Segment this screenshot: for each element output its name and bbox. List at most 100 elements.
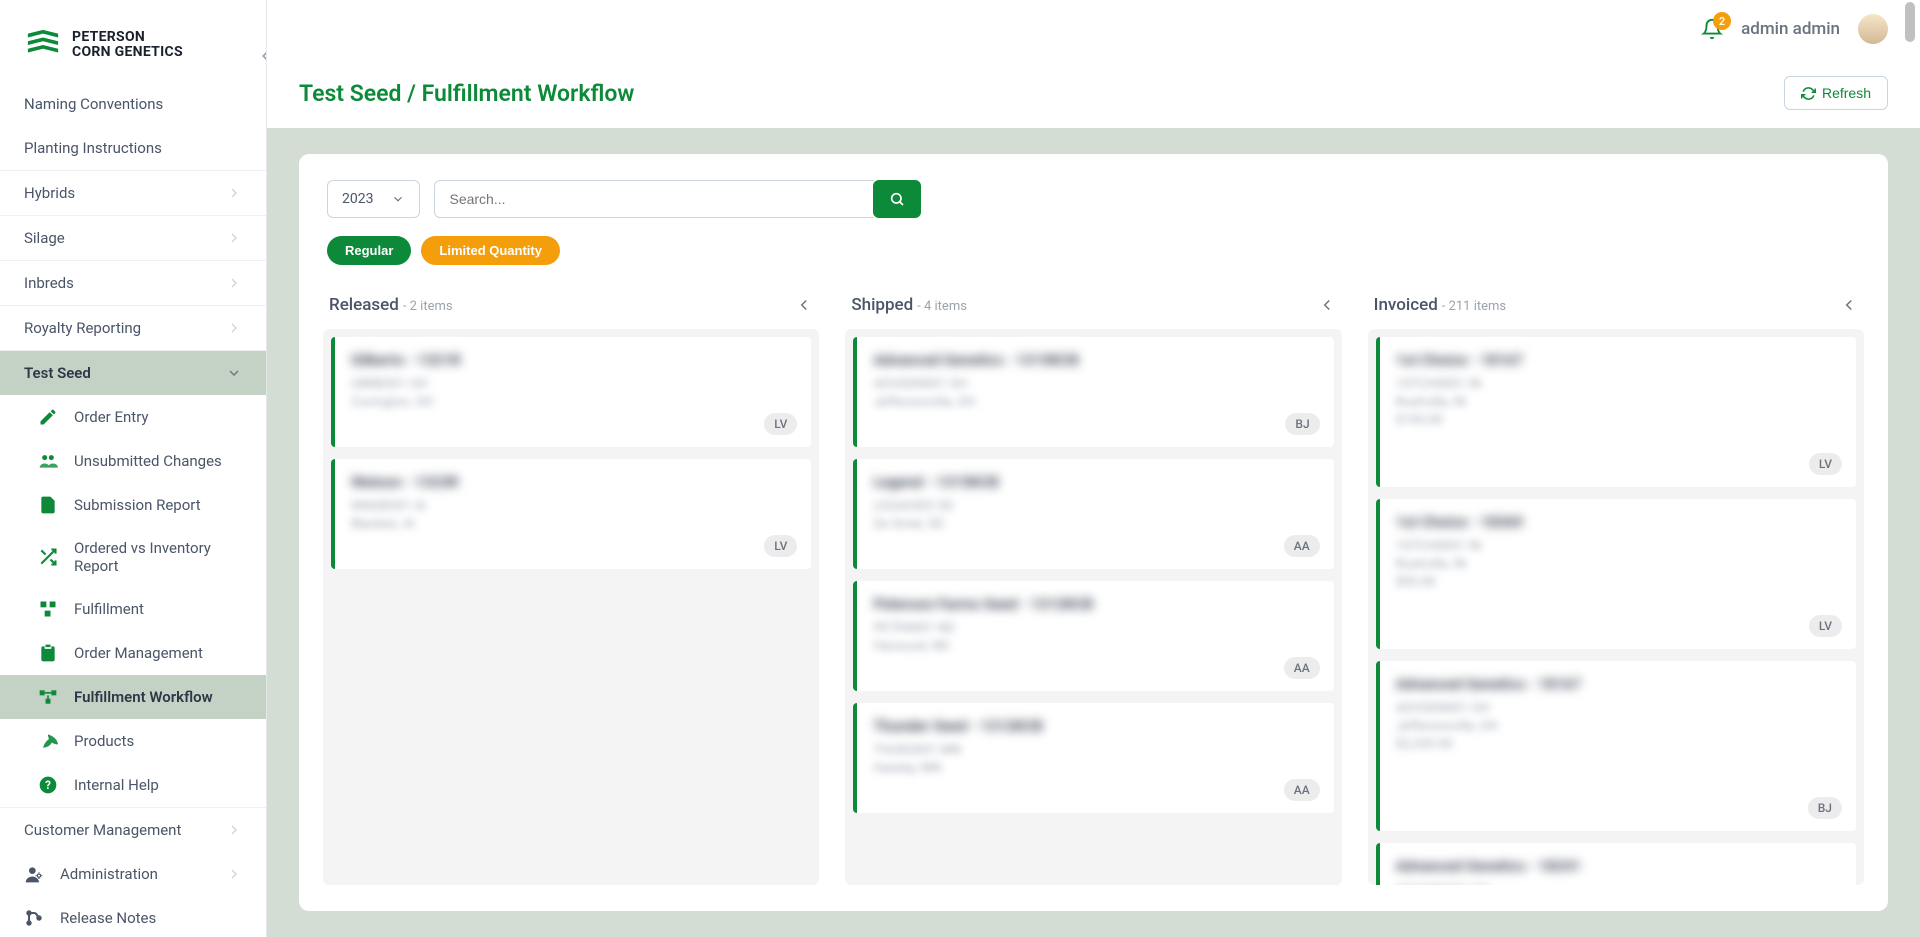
workflow-icon <box>38 687 58 707</box>
card-title: Advanced Genetics - 1315KCB <box>873 351 1317 369</box>
chevron-left-icon[interactable] <box>795 296 813 314</box>
pill-limited[interactable]: Limited Quantity <box>421 236 560 265</box>
sidebar-item-test-seed[interactable]: Test Seed <box>0 350 266 395</box>
card-line: $95.00 <box>1396 575 1840 590</box>
card[interactable]: Peterson Farms Seed - 1312KCB PETR4001 N… <box>853 581 1333 691</box>
card[interactable]: Thunder Seed - 1312KCB THUN3001 MN Hawle… <box>853 703 1333 813</box>
column-shipped: Shipped - 4 items Advanced Genetics - 13… <box>845 287 1341 885</box>
username[interactable]: admin admin <box>1741 19 1840 39</box>
year-select[interactable]: 2023 <box>327 180 420 218</box>
sidebar-sub-unsubmitted-changes[interactable]: Unsubmitted Changes <box>0 439 266 483</box>
card-line: 1STCH0001 IN <box>1396 539 1840 554</box>
sidebar-sub-fulfillment-workflow[interactable]: Fulfillment Workflow <box>0 675 266 719</box>
card-line: OBRB301 OH <box>351 377 795 392</box>
card[interactable]: Advanced Genetics - 1315KCB ADVGEN001 OH… <box>853 337 1333 447</box>
sidebar-sub-submission-report[interactable]: Submission Report <box>0 483 266 527</box>
card-initials: AA <box>1284 779 1320 801</box>
sidebar-item-label: Naming Conventions <box>24 95 163 113</box>
card-line: Harwood, ND <box>873 639 1317 654</box>
content: 2023 Regular Limited Quantity <box>267 128 1920 937</box>
shuffle-icon <box>38 547 58 567</box>
column-title: Shipped <box>851 295 913 315</box>
sidebar-item-royalty-reporting[interactable]: Royalty Reporting <box>0 305 266 350</box>
chevron-left-icon[interactable] <box>1840 296 1858 314</box>
sidebar-item-label: Fulfillment Workflow <box>74 688 213 706</box>
card-line: ADVGEN001 OH <box>1396 701 1840 716</box>
card-title: Peterson Farms Seed - 1312KCB <box>873 595 1317 613</box>
sidebar-item-administration[interactable]: Administration <box>0 852 266 896</box>
card[interactable]: Gilberts - 1321R OBRB301 OH Covington, O… <box>331 337 811 447</box>
scrollbar-thumb[interactable] <box>1905 2 1915 42</box>
logo-text: PETERSON CORN GENETICS <box>72 30 183 61</box>
clipboard-icon <box>38 643 58 663</box>
sidebar-item-naming-conventions[interactable]: Naming Conventions <box>0 82 266 126</box>
chevron-down-icon <box>391 192 405 206</box>
card-line: THUN3001 MN <box>873 743 1317 758</box>
sidebar-item-label: Hybrids <box>24 184 75 202</box>
main: 2 admin admin Test Seed / Fulfillment Wo… <box>267 0 1920 937</box>
card-line: LEGA0302 SD <box>873 499 1317 514</box>
refresh-button[interactable]: Refresh <box>1784 76 1888 110</box>
refresh-icon <box>1801 86 1816 101</box>
boxes-icon <box>38 599 58 619</box>
card-initials: LV <box>764 535 797 557</box>
sidebar-item-release-notes[interactable]: Release Notes <box>0 896 266 937</box>
column-count: - 211 items <box>1442 299 1506 314</box>
edit-icon <box>38 407 58 427</box>
chevron-right-icon <box>226 185 242 201</box>
sidebar-item-label: Test Seed <box>24 364 91 382</box>
users-icon <box>38 451 58 471</box>
card-line: PETR4001 ND <box>873 621 1317 636</box>
pill-regular[interactable]: Regular <box>327 236 411 265</box>
sidebar-item-silage[interactable]: Silage <box>0 215 266 260</box>
column-count: - 4 items <box>917 299 967 314</box>
chevron-left-icon[interactable] <box>1318 296 1336 314</box>
search-icon <box>889 191 905 207</box>
notifications-button[interactable]: 2 <box>1701 18 1723 40</box>
branch-icon <box>24 908 44 928</box>
sidebar-sub-order-management[interactable]: Order Management <box>0 631 266 675</box>
sidebar-item-label: Customer Management <box>24 821 181 839</box>
card-line: $2,320.00 <box>1396 737 1840 752</box>
card-line: Covington, OH <box>351 395 795 410</box>
logo-icon <box>24 28 62 62</box>
leaf-icon <box>38 731 58 751</box>
titlebar: Test Seed / Fulfillment Workflow Refresh <box>267 58 1920 128</box>
card[interactable]: Advanced Genetics - 18167 ADVGEN001 OH J… <box>1376 661 1856 831</box>
search-input[interactable] <box>434 180 874 218</box>
sidebar-sub-order-entry[interactable]: Order Entry <box>0 395 266 439</box>
sidebar-item-label: Silage <box>24 229 65 247</box>
svg-text:?: ? <box>45 778 51 792</box>
sidebar-item-customer-management[interactable]: Customer Management <box>0 807 266 852</box>
sidebar-sub-internal-help[interactable]: ? Internal Help <box>0 763 266 807</box>
sidebar-item-planting-instructions[interactable]: Planting Instructions <box>0 126 266 170</box>
card[interactable]: Legend - 1315KCB LEGA0302 SD De Smet, SD… <box>853 459 1333 569</box>
chevron-right-icon <box>226 866 242 882</box>
sidebar-sub-fulfillment[interactable]: Fulfillment <box>0 587 266 631</box>
sidebar-collapse-button[interactable] <box>254 45 267 67</box>
card-line: Rushville, IN <box>1396 557 1840 572</box>
card-line: Blanken, IA <box>351 517 795 532</box>
card[interactable]: 1st Choice - 18167 1STCH0001 IN Rushvill… <box>1376 337 1856 487</box>
card-initials: LV <box>764 413 797 435</box>
card-title: Gilberts - 1321R <box>351 351 795 369</box>
sidebar-item-label: Products <box>74 732 134 750</box>
sidebar-item-label: Order Entry <box>74 408 149 426</box>
avatar[interactable] <box>1858 14 1888 44</box>
card-title: Watson - 1323R <box>351 473 795 491</box>
column-title: Invoiced <box>1374 295 1438 315</box>
search-button[interactable] <box>873 180 921 218</box>
scrollbar[interactable] <box>1902 0 1918 937</box>
card[interactable]: 1st Choice - 18369 1STCH0001 IN Rushvill… <box>1376 499 1856 649</box>
card[interactable]: Watson - 1323R WNGB301 IA Blanken, IA LV <box>331 459 811 569</box>
sidebar-item-inbreds[interactable]: Inbreds <box>0 260 266 305</box>
kanban-columns: Released - 2 items Gilberts - 1321R OBRB… <box>317 287 1870 885</box>
card[interactable]: Advanced Genetics - 18241 ADVGEN001 OH T… <box>1376 843 1856 885</box>
sidebar-sub-products[interactable]: Products <box>0 719 266 763</box>
notification-badge: 2 <box>1713 12 1731 30</box>
sidebar-item-hybrids[interactable]: Hybrids <box>0 170 266 215</box>
sidebar-sub-ordered-vs-inventory[interactable]: Ordered vs Inventory Report <box>0 527 266 587</box>
sidebar-item-label: Planting Instructions <box>24 139 162 157</box>
sidebar-item-label: Unsubmitted Changes <box>74 452 222 470</box>
column-count: - 2 items <box>403 299 453 314</box>
